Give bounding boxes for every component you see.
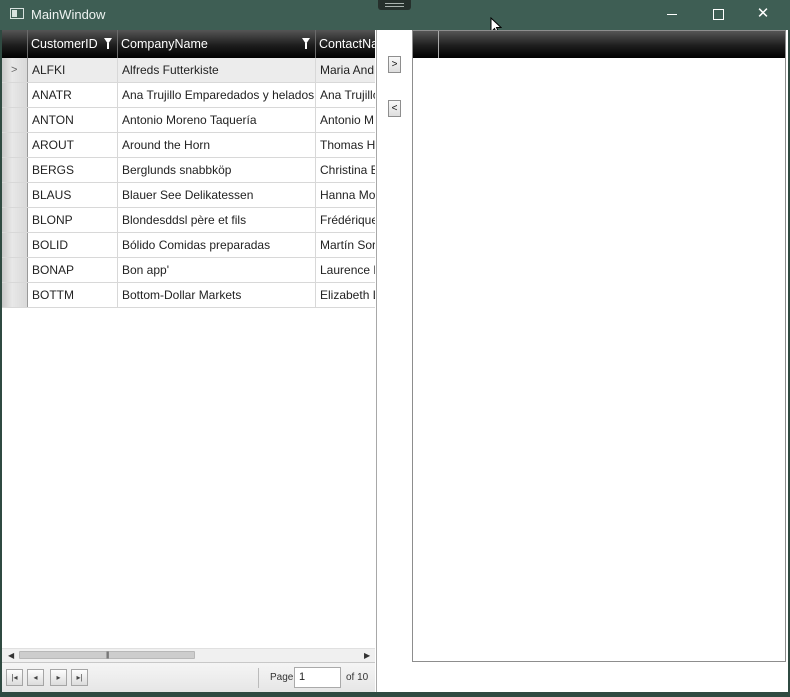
target-grid-header: [413, 31, 785, 58]
cell-companyname[interactable]: Bon app': [118, 258, 316, 282]
minimize-icon: [667, 13, 677, 15]
first-page-button[interactable]: |◂: [6, 669, 23, 686]
row-header[interactable]: [2, 133, 28, 157]
table-row[interactable]: BOTTM Bottom-Dollar Markets Elizabeth L: [2, 283, 375, 308]
cell-customerid[interactable]: BOLID: [28, 233, 118, 257]
row-header[interactable]: [2, 208, 28, 232]
cell-customerid[interactable]: ANATR: [28, 83, 118, 107]
previous-page-button[interactable]: ◂: [27, 669, 44, 686]
drag-grip-icon[interactable]: [378, 0, 411, 10]
cell-customerid[interactable]: ALFKI: [28, 58, 118, 82]
pager-divider: [258, 668, 259, 688]
cell-contactname[interactable]: Elizabeth L: [316, 283, 375, 307]
main-window: MainWindow ✕ CustomerID CompanyName Cont…: [0, 0, 790, 697]
cell-companyname[interactable]: Ana Trujillo Emparedados y helados: [118, 83, 316, 107]
maximize-button[interactable]: [695, 0, 741, 30]
window-border: [0, 692, 790, 697]
page-count-label: of 10: [346, 672, 369, 683]
table-row[interactable]: AROUT Around the Horn Thomas H: [2, 133, 375, 158]
cell-contactname[interactable]: Frédérique: [316, 208, 375, 232]
column-header-label: CustomerID: [31, 37, 98, 51]
cell-customerid[interactable]: BOTTM: [28, 283, 118, 307]
horizontal-scrollbar[interactable]: ◀ ||| ▶: [2, 648, 375, 662]
scroll-right-icon[interactable]: ▶: [364, 651, 370, 660]
cell-contactname[interactable]: Thomas H: [316, 133, 375, 157]
table-row[interactable]: ANTON Antonio Moreno Taquería Antonio M: [2, 108, 375, 133]
cell-contactname[interactable]: Antonio M: [316, 108, 375, 132]
table-row[interactable]: BLONP Blondesddsl père et fils Frédérique: [2, 208, 375, 233]
current-row-icon: >: [11, 64, 18, 76]
cell-customerid[interactable]: ANTON: [28, 108, 118, 132]
cell-contactname[interactable]: Martín Sor: [316, 233, 375, 257]
row-header[interactable]: >: [2, 58, 28, 82]
table-row[interactable]: BOLID Bólido Comidas preparadas Martín Sor: [2, 233, 375, 258]
transfer-panel: > <: [376, 30, 412, 692]
column-header-companyname[interactable]: CompanyName: [118, 30, 316, 58]
cell-companyname[interactable]: Antonio Moreno Taquería: [118, 108, 316, 132]
cell-customerid[interactable]: AROUT: [28, 133, 118, 157]
window-title: MainWindow: [31, 7, 106, 22]
page-number-input[interactable]: 1: [294, 667, 341, 688]
column-header-customerid[interactable]: CustomerID: [28, 30, 118, 58]
header-row-indicator: [2, 30, 28, 58]
cell-companyname[interactable]: Blauer See Delikatessen: [118, 183, 316, 207]
close-icon: ✕: [756, 5, 770, 22]
cell-companyname[interactable]: Around the Horn: [118, 133, 316, 157]
cell-companyname[interactable]: Bólido Comidas preparadas: [118, 233, 316, 257]
cell-contactname[interactable]: Ana Trujillo: [316, 83, 375, 107]
close-button[interactable]: ✕: [740, 0, 786, 30]
column-header-contactname[interactable]: ContactNa: [316, 30, 375, 58]
row-header[interactable]: [2, 233, 28, 257]
cell-customerid[interactable]: BERGS: [28, 158, 118, 182]
column-header-label: ContactNa: [319, 37, 375, 51]
pager: |◂ ◂ ▸ ▸| Page 1 of 10: [2, 662, 375, 692]
scrollbar-thumb[interactable]: |||: [19, 651, 195, 659]
cell-companyname[interactable]: Blondesddsl père et fils: [118, 208, 316, 232]
filter-icon[interactable]: [302, 38, 310, 49]
move-left-button[interactable]: <: [388, 100, 401, 117]
customers-grid[interactable]: CustomerID CompanyName ContactNa > ALFKI A…: [2, 30, 375, 662]
page-label: Page: [270, 672, 294, 683]
row-header[interactable]: [2, 258, 28, 282]
grid-header: CustomerID CompanyName ContactNa: [2, 30, 375, 58]
column-header-label: CompanyName: [121, 37, 208, 51]
filter-icon[interactable]: [104, 38, 112, 49]
row-header[interactable]: [2, 283, 28, 307]
cell-customerid[interactable]: BLONP: [28, 208, 118, 232]
cell-contactname[interactable]: Hanna Mo: [316, 183, 375, 207]
cell-contactname[interactable]: Maria And: [316, 58, 375, 82]
move-right-button[interactable]: >: [388, 56, 401, 73]
row-header[interactable]: [2, 158, 28, 182]
cell-contactname[interactable]: Laurence L: [316, 258, 375, 282]
scroll-left-icon[interactable]: ◀: [8, 651, 14, 660]
cell-contactname[interactable]: Christina B: [316, 158, 375, 182]
last-page-button[interactable]: ▸|: [71, 669, 88, 686]
cell-companyname[interactable]: Berglunds snabbköp: [118, 158, 316, 182]
maximize-icon: [712, 8, 724, 20]
table-row[interactable]: > ALFKI Alfreds Futterkiste Maria And: [2, 58, 375, 83]
cell-customerid[interactable]: BLAUS: [28, 183, 118, 207]
row-header[interactable]: [2, 183, 28, 207]
app-icon: [10, 8, 24, 19]
minimize-button[interactable]: [649, 0, 695, 30]
row-header[interactable]: [2, 83, 28, 107]
grip-icon: |||: [106, 652, 110, 659]
column-divider[interactable]: [438, 31, 439, 58]
table-row[interactable]: BERGS Berglunds snabbköp Christina B: [2, 158, 375, 183]
cell-companyname[interactable]: Bottom-Dollar Markets: [118, 283, 316, 307]
target-grid[interactable]: [412, 30, 786, 662]
next-page-button[interactable]: ▸: [50, 669, 67, 686]
grid-rows: > ALFKI Alfreds Futterkiste Maria And ANATR A…: [2, 58, 375, 308]
table-row[interactable]: BLAUS Blauer See Delikatessen Hanna Mo: [2, 183, 375, 208]
table-row[interactable]: ANATR Ana Trujillo Emparedados y helados A…: [2, 83, 375, 108]
table-row[interactable]: BONAP Bon app' Laurence L: [2, 258, 375, 283]
cell-companyname[interactable]: Alfreds Futterkiste: [118, 58, 316, 82]
cell-customerid[interactable]: BONAP: [28, 258, 118, 282]
title-bar[interactable]: MainWindow ✕: [0, 0, 790, 35]
row-header[interactable]: [2, 108, 28, 132]
